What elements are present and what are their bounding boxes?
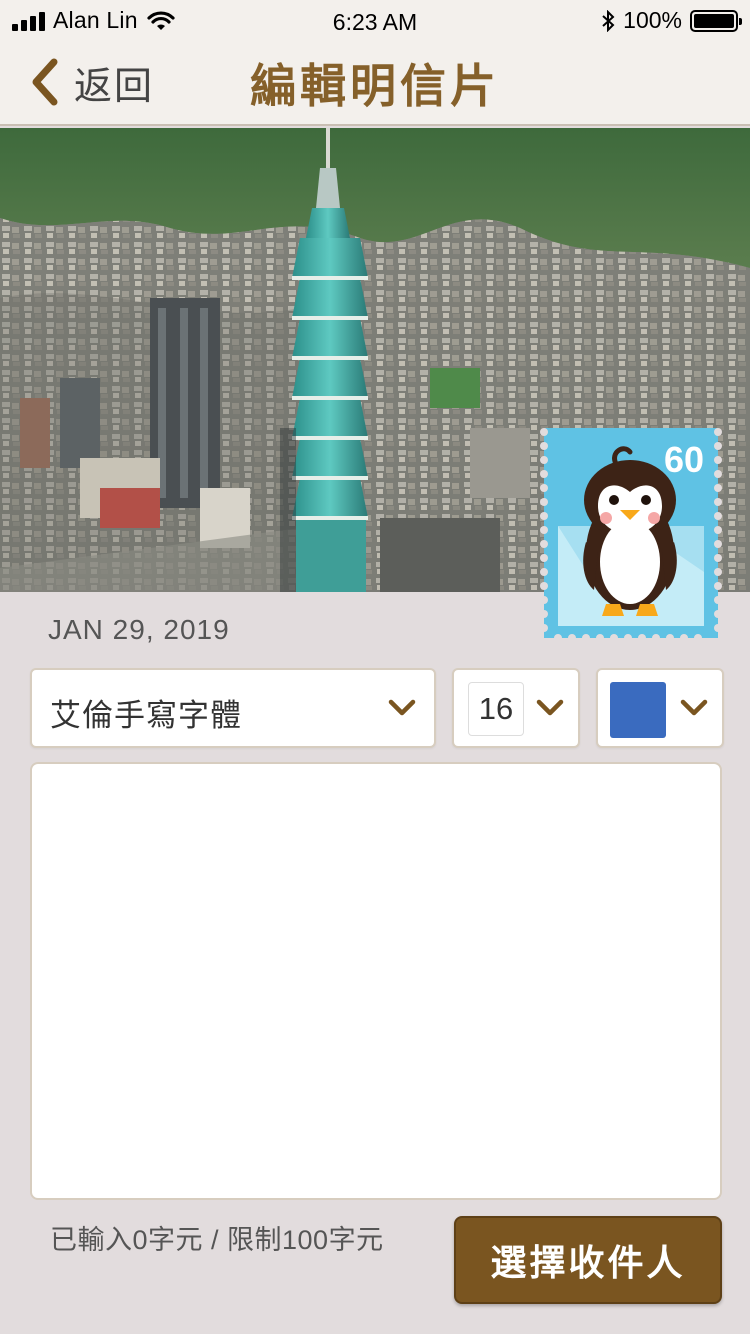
page-title: 編輯明信片 <box>250 60 500 112</box>
chevron-down-icon <box>680 699 708 716</box>
font-color-select[interactable] <box>596 668 724 748</box>
font-value: 艾倫手寫字體 <box>50 698 242 733</box>
chevron-down-icon <box>388 699 416 716</box>
font-color-swatch <box>610 682 666 738</box>
bluetooth-icon <box>602 9 615 32</box>
status-right: 100% <box>601 7 742 34</box>
stamp[interactable]: 60 <box>540 422 722 642</box>
battery-icon <box>690 9 742 32</box>
message-textarea[interactable] <box>30 762 722 1200</box>
character-counter: 已輸入0字元 / 限制100字元 <box>50 1225 384 1255</box>
status-bar: Alan Lin 6:23 AM 100% <box>0 0 750 40</box>
font-size-value: 16 <box>468 682 524 736</box>
nav-bar: 返回 編輯明信片 <box>0 40 750 126</box>
battery-percent: 100% <box>623 7 682 33</box>
font-size-select[interactable]: 16 <box>452 668 580 748</box>
stamp-value: 60 <box>664 439 704 480</box>
postcard-date: JAN 29, 2019 <box>48 614 230 645</box>
select-recipient-button[interactable]: 選擇收件人 <box>454 1216 722 1304</box>
font-select[interactable]: 艾倫手寫字體 <box>30 668 436 748</box>
chevron-down-icon <box>536 699 564 716</box>
